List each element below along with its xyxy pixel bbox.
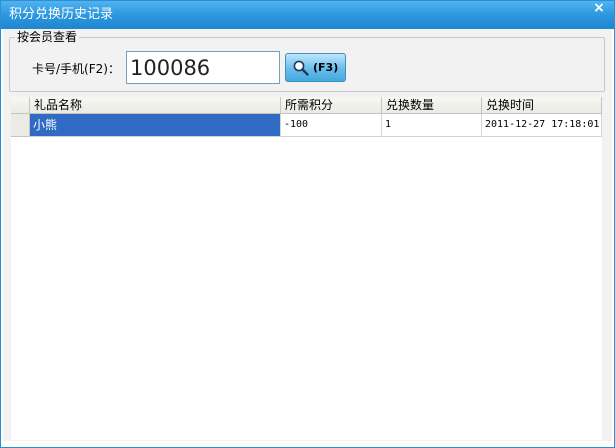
cell-gift-name[interactable]: 小熊 (30, 114, 281, 137)
cell-points[interactable]: -100 (281, 114, 382, 137)
close-icon[interactable]: × (590, 1, 608, 17)
window-client-area: 按会员查看 卡号/手机(F2)： (F3) 礼品名称 所需积分 兑换数量 兑换时… (3, 29, 612, 441)
table-row[interactable]: 小熊 -100 1 2011-12-27 17:18:01 (11, 114, 602, 137)
window-title: 积分兑换历史记录 (9, 7, 114, 22)
column-header-points[interactable]: 所需积分 (281, 97, 382, 114)
search-button[interactable]: (F3) (285, 53, 346, 82)
cell-time[interactable]: 2011-12-27 17:18:01 (482, 114, 602, 137)
card-number-label: 卡号/手机(F2)： (32, 62, 120, 76)
history-grid[interactable]: 礼品名称 所需积分 兑换数量 兑换时间 小熊 -100 1 2011-12-27… (11, 97, 602, 440)
search-button-label: (F3) (313, 61, 339, 74)
column-header-time[interactable]: 兑换时间 (482, 97, 602, 114)
column-header-quantity[interactable]: 兑换数量 (382, 97, 482, 114)
cell-quantity[interactable]: 1 (382, 114, 482, 137)
title-bar[interactable]: 积分兑换历史记录 × (1, 1, 614, 29)
exchange-history-window: 积分兑换历史记录 × 按会员查看 卡号/手机(F2)： (F3) 礼品名称 所需… (0, 0, 615, 448)
column-header-gift-name[interactable]: 礼品名称 (30, 97, 281, 114)
card-number-input[interactable] (126, 51, 280, 84)
row-indicator-header (11, 97, 30, 114)
search-icon (293, 60, 309, 76)
grid-header: 礼品名称 所需积分 兑换数量 兑换时间 (11, 97, 602, 114)
member-lookup-group: 按会员查看 卡号/手机(F2)： (F3) (9, 30, 605, 92)
row-marker[interactable] (11, 114, 30, 137)
group-legend: 按会员查看 (15, 30, 80, 44)
